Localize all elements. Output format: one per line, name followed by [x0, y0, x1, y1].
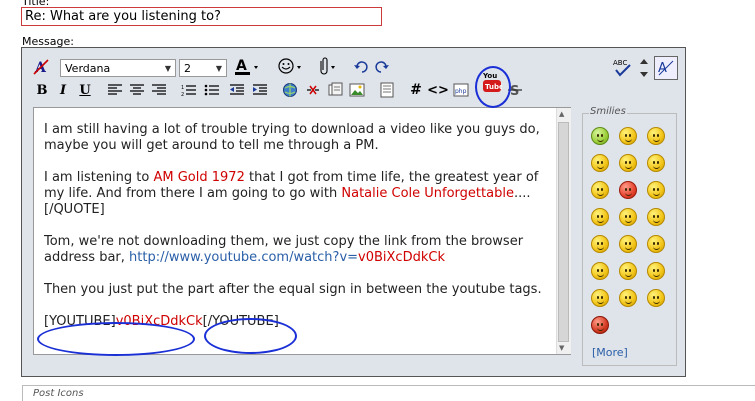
smiley-icon[interactable] [647, 235, 665, 253]
strikethrough-icon[interactable]: S [506, 81, 524, 99]
font-color-icon[interactable]: A [233, 57, 263, 77]
red-text: AM Gold 1972 [153, 170, 245, 185]
video-id-text: v0BiXcDdkCk [358, 250, 445, 265]
smiley-icon[interactable] [591, 127, 609, 145]
resize-icon[interactable] [638, 57, 650, 79]
undo-icon[interactable] [352, 58, 370, 76]
size-select[interactable]: 2 ▼ [179, 59, 227, 77]
underline-icon[interactable]: U [77, 81, 93, 99]
post-icons-legend: Post Icons [32, 388, 85, 399]
smiley-icon[interactable] [591, 235, 609, 253]
scroll-thumb[interactable] [558, 122, 569, 342]
unordered-list-icon[interactable] [203, 81, 221, 99]
youtube-icon[interactable]: You Tube [480, 68, 504, 98]
message-content: I am still having a lot of trouble tryin… [44, 122, 550, 346]
message-textarea[interactable]: I am still having a lot of trouble tryin… [33, 107, 571, 355]
insert-link-icon[interactable] [281, 81, 299, 99]
svg-text:ABC: ABC [613, 59, 627, 67]
align-left-icon[interactable] [106, 81, 124, 99]
switch-mode-icon[interactable]: A [654, 56, 678, 80]
smiley-icon[interactable] [591, 181, 609, 199]
attachment-icon[interactable] [314, 57, 340, 77]
smiley-icon[interactable] [619, 154, 637, 172]
svg-text:php: php [455, 88, 467, 95]
remove-link-icon[interactable] [304, 81, 322, 99]
smiley-icon[interactable] [591, 289, 609, 307]
paragraph-3: Tom, we're not downloading them, we just… [44, 234, 550, 266]
title-input[interactable] [21, 7, 382, 26]
scroll-up-icon[interactable]: ▲ [559, 110, 564, 118]
svg-text:1: 1 [181, 85, 184, 91]
insert-image-icon[interactable] [348, 81, 366, 99]
youtube-url-link[interactable]: http://www.youtube.com/watch?v= [129, 250, 358, 265]
smilies-legend: Smilies [589, 106, 627, 117]
align-center-icon[interactable] [128, 81, 146, 99]
smiley-icon[interactable] [647, 154, 665, 172]
paragraph-1: I am still having a lot of trouble tryin… [44, 122, 540, 153]
svg-text:S: S [510, 84, 519, 98]
textarea-scrollbar[interactable]: ▲ ▼ [556, 108, 571, 354]
smiley-icon[interactable] [619, 208, 637, 226]
smiley-icon[interactable] [619, 262, 637, 280]
youtube-open-tag: [YOUTUBE] [44, 314, 116, 329]
redo-icon[interactable] [373, 58, 391, 76]
svg-text:2: 2 [181, 92, 184, 97]
smiley-icon[interactable] [647, 181, 665, 199]
smiley-icon[interactable] [591, 316, 609, 334]
more-smilies-label: [More] [592, 346, 628, 359]
smiley-icon[interactable] [647, 262, 665, 280]
paragraph-5: [YOUTUBE]v0BiXcDdkCk[/YOUTUBE] [44, 314, 550, 330]
svg-text:You: You [482, 72, 497, 80]
insert-email-icon[interactable] [326, 81, 344, 99]
bold-icon[interactable]: B [34, 81, 50, 99]
align-right-icon[interactable] [150, 81, 168, 99]
indent-icon[interactable] [251, 81, 269, 99]
smiley-icon[interactable] [619, 181, 637, 199]
smiley-icon[interactable] [647, 127, 665, 145]
paragraph-2: I am listening to AM Gold 1972 that I go… [44, 170, 550, 218]
spellcheck-icon[interactable]: ABC [612, 57, 634, 79]
smiley-icon[interactable] [591, 154, 609, 172]
smiley-icon[interactable] [647, 208, 665, 226]
font-select-value: Verdana [65, 61, 111, 75]
html-icon[interactable]: <> [427, 81, 449, 99]
red-text: Natalie Cole Unforgettable [341, 186, 514, 201]
more-smilies-link[interactable]: [More] [592, 346, 628, 359]
svg-text:Tube: Tube [485, 83, 502, 91]
youtube-close-tag: [/YOUTUBE] [202, 314, 279, 329]
smiley-icon[interactable] [619, 235, 637, 253]
editor-toolbar: A Verdana▼ 2▼ A ABC A B I U 12 [22, 48, 685, 104]
smiley-icon[interactable] [591, 262, 609, 280]
code-icon[interactable]: # [408, 81, 424, 99]
svg-text:A: A [236, 58, 247, 74]
php-icon[interactable]: php [452, 81, 470, 99]
scroll-down-icon[interactable]: ▼ [559, 344, 564, 352]
smilies-icon[interactable] [276, 57, 306, 77]
font-select[interactable]: Verdana ▼ [60, 59, 176, 77]
quote-icon[interactable] [378, 81, 396, 99]
outdent-icon[interactable] [228, 81, 246, 99]
smiley-icon[interactable] [619, 127, 637, 145]
chevron-down-icon: ▼ [164, 63, 171, 73]
chevron-down-icon: ▼ [215, 63, 222, 73]
remove-format-icon[interactable]: A [32, 58, 50, 76]
smiley-icon[interactable] [591, 208, 609, 226]
video-id-text: v0BiXcDdkCk [115, 314, 203, 329]
italic-icon[interactable]: I [55, 81, 71, 99]
paragraph-4: Then you just put the part after the equ… [44, 282, 542, 297]
smiley-icon[interactable] [619, 289, 637, 307]
ordered-list-icon[interactable]: 12 [180, 81, 198, 99]
post-icons-fieldset [22, 385, 755, 401]
size-select-value: 2 [184, 61, 191, 75]
text-run: I am listening to [44, 170, 154, 185]
smiley-icon[interactable] [647, 289, 665, 307]
